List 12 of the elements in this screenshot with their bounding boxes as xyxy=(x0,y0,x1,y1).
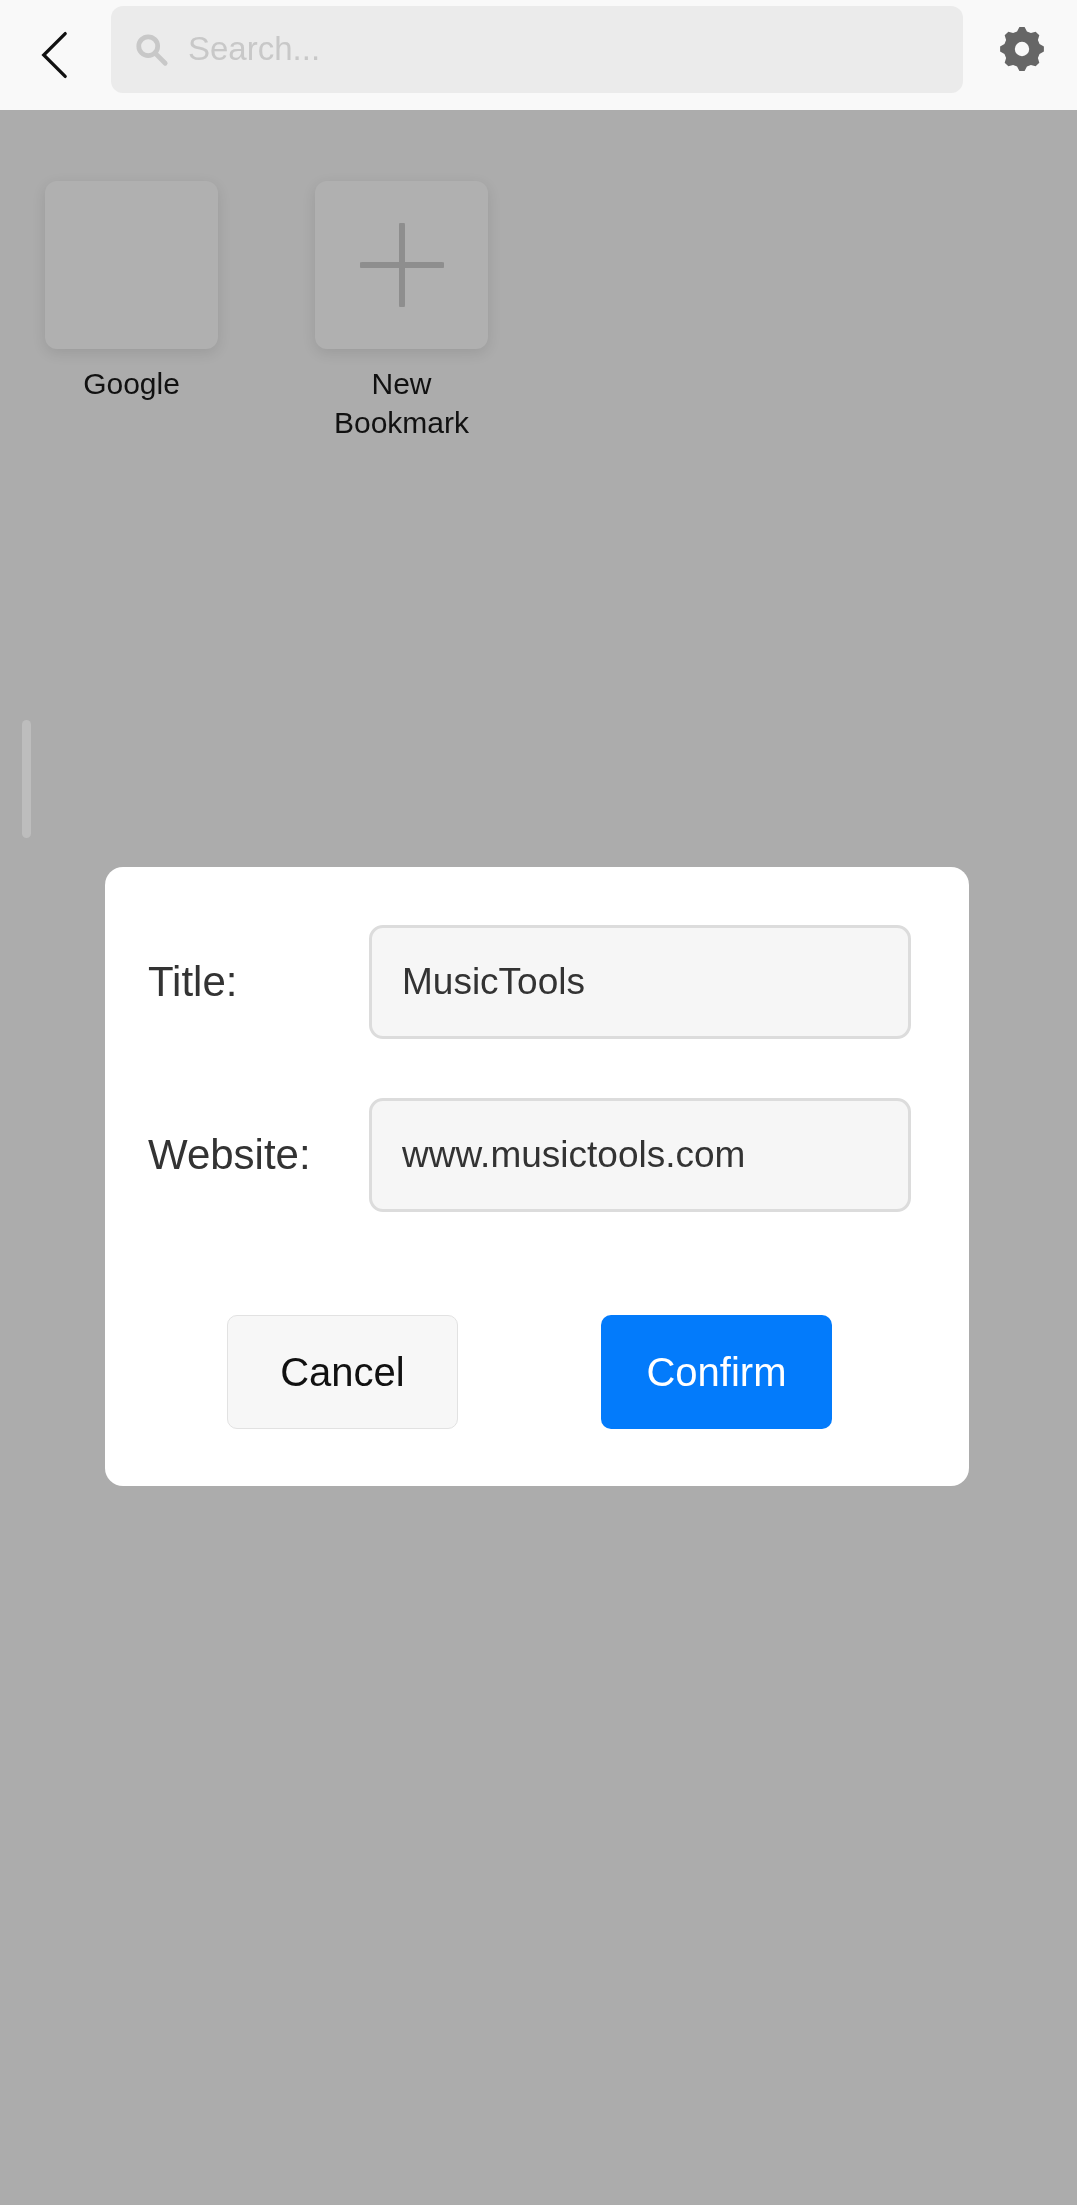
back-icon[interactable] xyxy=(40,30,68,80)
plus-icon xyxy=(359,223,444,307)
cancel-button[interactable]: Cancel xyxy=(227,1315,458,1429)
add-bookmark-tile[interactable] xyxy=(315,181,488,349)
input-field[interactable]: www.musictools.com xyxy=(369,1098,911,1212)
field-label: Title: xyxy=(148,958,239,1006)
input-field[interactable]: MusicTools xyxy=(369,925,911,1039)
field-label: Website: xyxy=(148,1131,312,1179)
settings-icon[interactable] xyxy=(999,26,1045,72)
bookmark-label: Google xyxy=(83,366,180,402)
bookmark-label: New Bookmark xyxy=(333,366,469,441)
confirm-button[interactable]: Confirm xyxy=(601,1315,832,1429)
